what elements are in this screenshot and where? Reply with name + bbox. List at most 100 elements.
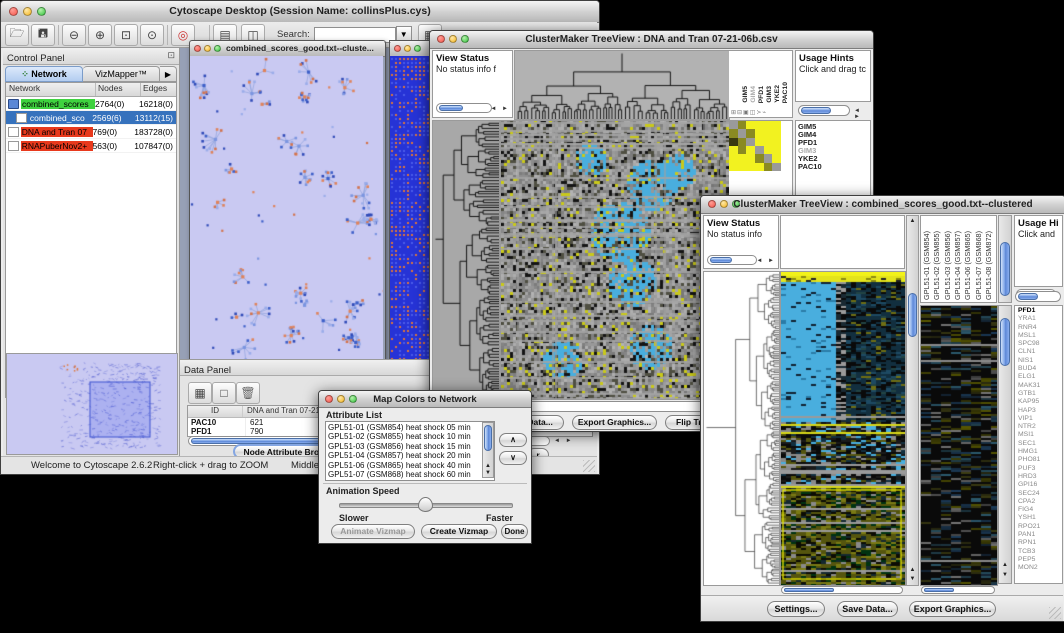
treeview2-top-right-vscrollbar[interactable]	[998, 215, 1012, 303]
gene-list-vscrollbar[interactable]: ▲ ▼	[998, 305, 1012, 584]
gene-label[interactable]: SEC1	[1018, 440, 1062, 448]
gene-label[interactable]: MSL1	[1018, 332, 1062, 340]
zoom-selected-icon[interactable]: ⊡	[114, 24, 138, 46]
gene-label[interactable]: BUD4	[1018, 365, 1062, 373]
minimize-button[interactable]	[204, 45, 211, 52]
view-status-scrollbar[interactable]	[707, 255, 757, 265]
view-status-scrollbar[interactable]	[436, 103, 492, 113]
new-attribute-icon[interactable]: □	[212, 382, 236, 404]
attribute-item[interactable]: GPL51-03 (GSM856) heat shock 15 min	[328, 442, 492, 451]
scroll-left-right-icons[interactable]: ◄ ►	[554, 438, 574, 444]
move-up-button[interactable]: ∧	[499, 433, 527, 447]
network-row[interactable]: DNA and Tran 07769(0)183728(0)	[6, 125, 176, 139]
gene-label[interactable]: NTR2	[1018, 423, 1062, 431]
column-label[interactable]: GPL51-07 (GSM868)	[974, 231, 983, 300]
network-view-canvas[interactable]	[190, 56, 383, 363]
treeview1-row-dendrogram[interactable]	[432, 120, 500, 400]
gene-label[interactable]: PHO81	[1018, 456, 1062, 464]
more-tabs-arrow-icon[interactable]: ▶	[160, 66, 177, 82]
scroll-up-icon[interactable]: ▲	[483, 463, 493, 469]
gene-label[interactable]: PFD1	[1018, 307, 1062, 315]
close-button[interactable]	[394, 45, 401, 52]
done-button[interactable]: Done	[501, 524, 528, 539]
col-header-nodes[interactable]: Nodes	[96, 83, 141, 96]
matrix-row-label[interactable]: PAC10	[798, 163, 870, 171]
column-label[interactable]: GPL51-01 (GSM854)	[922, 231, 931, 300]
network-row[interactable]: combined_scores2764(0)16218(0)	[6, 97, 176, 111]
matrix-column-label[interactable]: PAC10	[782, 82, 789, 103]
delete-attribute-icon[interactable]: 🗑	[236, 382, 260, 404]
matrix-column-label[interactable]: GIM4	[750, 86, 757, 103]
export-graphics-button[interactable]: Export Graphics...	[572, 415, 657, 430]
attribute-item[interactable]: GPL51-06 (GSM865) heat shock 40 min	[328, 461, 492, 470]
gene-label[interactable]: MAK31	[1018, 382, 1062, 390]
network-view-2-titlebar[interactable]	[390, 41, 434, 57]
scroll-down-icon[interactable]: ▼	[483, 470, 493, 476]
treeview2-column-summary-heatmap[interactable]	[920, 305, 998, 586]
column-label[interactable]: GPL51-03 (GSM856)	[943, 231, 952, 300]
treeview1-column-dendrogram[interactable]	[514, 50, 730, 120]
col-header-network[interactable]: Network	[6, 83, 96, 96]
col-header-edges[interactable]: Edges	[141, 83, 176, 96]
matrix-column-label[interactable]: PFD1	[758, 86, 765, 103]
scroll-up-icon[interactable]: ▲	[907, 218, 918, 224]
gene-label[interactable]: PEP5	[1018, 556, 1062, 564]
gene-label[interactable]: MSI1	[1018, 431, 1062, 439]
gene-label[interactable]: RNR4	[1018, 324, 1062, 332]
scroll-left-right-icons[interactable]: ◄ ►	[490, 106, 510, 112]
gene-label[interactable]: CLN1	[1018, 348, 1062, 356]
move-down-button[interactable]: ∨	[499, 451, 527, 465]
matrix-column-label[interactable]: GIM3	[766, 86, 773, 103]
gene-label[interactable]: RPO21	[1018, 523, 1062, 531]
treeview2-row-dendrogram[interactable]	[703, 271, 780, 586]
treeview1-matrix-toolbar[interactable]: ⊞⊟▣◫≻⌁	[731, 109, 767, 116]
gene-label[interactable]: HRD3	[1018, 473, 1062, 481]
treeview2-heatmap[interactable]	[780, 271, 906, 586]
zoom-window-button[interactable]	[414, 45, 421, 52]
gene-label[interactable]: YSH1	[1018, 514, 1062, 522]
treeview2-main-vscrollbar[interactable]: ▲ ▲ ▼	[906, 215, 919, 586]
scroll-down-icon[interactable]: ▼	[999, 572, 1011, 578]
column-label[interactable]: GPL51-08 (GSM872)	[984, 231, 993, 300]
resize-grip[interactable]	[1049, 607, 1061, 619]
scroll-left-right-icons[interactable]: ◄ ►	[854, 108, 873, 120]
tab-network[interactable]: ⁘ Network	[5, 66, 83, 82]
gene-list-hscrollbar[interactable]	[1015, 291, 1061, 302]
attribute-listbox[interactable]: GPL51-01 (GSM854) heat shock 05 minGPL51…	[325, 421, 495, 481]
create-vizmap-button[interactable]: Create Vizmap	[421, 524, 497, 539]
treeview2-titlebar[interactable]: ClusterMaker TreeView : combined_scores_…	[701, 196, 1064, 214]
zoom-out-icon[interactable]: ⊖	[62, 24, 86, 46]
save-data-button[interactable]: Save Data...	[837, 601, 898, 617]
network-row[interactable]: RNAPuberNov2+563(0)107847(0)	[6, 139, 176, 153]
column-label[interactable]: GPL51-02 (GSM855)	[932, 231, 941, 300]
gene-label[interactable]: PUF3	[1018, 465, 1062, 473]
network-view-titlebar[interactable]: combined_scores_good.txt--cluste...	[190, 41, 385, 57]
gene-label[interactable]: HMG1	[1018, 448, 1062, 456]
treeview2-column-dendrogram[interactable]	[780, 215, 905, 269]
zoom-in-icon[interactable]: ⊕	[88, 24, 112, 46]
gene-label[interactable]: SPC98	[1018, 340, 1062, 348]
tab-vizmapper[interactable]: VizMapper™	[83, 66, 160, 82]
attribute-item[interactable]: GPL51-04 (GSM857) heat shock 20 min	[328, 451, 492, 460]
gene-label[interactable]: FIG4	[1018, 506, 1062, 514]
network-view-2-canvas[interactable]	[390, 56, 432, 361]
network-overview-thumbnail[interactable]	[6, 353, 178, 455]
gene-label[interactable]: MON2	[1018, 564, 1062, 572]
zoom-window-button[interactable]	[214, 45, 221, 52]
resize-grip[interactable]	[583, 460, 595, 472]
gene-label[interactable]: VIP1	[1018, 415, 1062, 423]
column-label[interactable]: GPL51-06 (GSM865)	[963, 231, 972, 300]
scroll-up-icon[interactable]: ▲	[999, 562, 1011, 568]
minimize-button[interactable]	[404, 45, 411, 52]
matrix-column-label[interactable]: GIM5	[742, 86, 749, 103]
animate-vizmap-button[interactable]: Animate Vizmap	[331, 524, 415, 539]
treeview1-heatmap[interactable]	[500, 120, 730, 400]
summary-hscrollbar[interactable]	[921, 586, 995, 594]
attribute-table-icon[interactable]: ▦	[188, 382, 212, 404]
gene-label[interactable]: GTB1	[1018, 390, 1062, 398]
matrix-column-label[interactable]: YKE2	[774, 85, 781, 103]
cytoscape-titlebar[interactable]: Cytoscape Desktop (Session Name: collins…	[1, 1, 599, 23]
id-column-header[interactable]: ID	[188, 406, 243, 417]
heatmap-hscrollbar[interactable]	[781, 586, 903, 594]
usage-hints-scrollbar[interactable]	[798, 105, 850, 116]
